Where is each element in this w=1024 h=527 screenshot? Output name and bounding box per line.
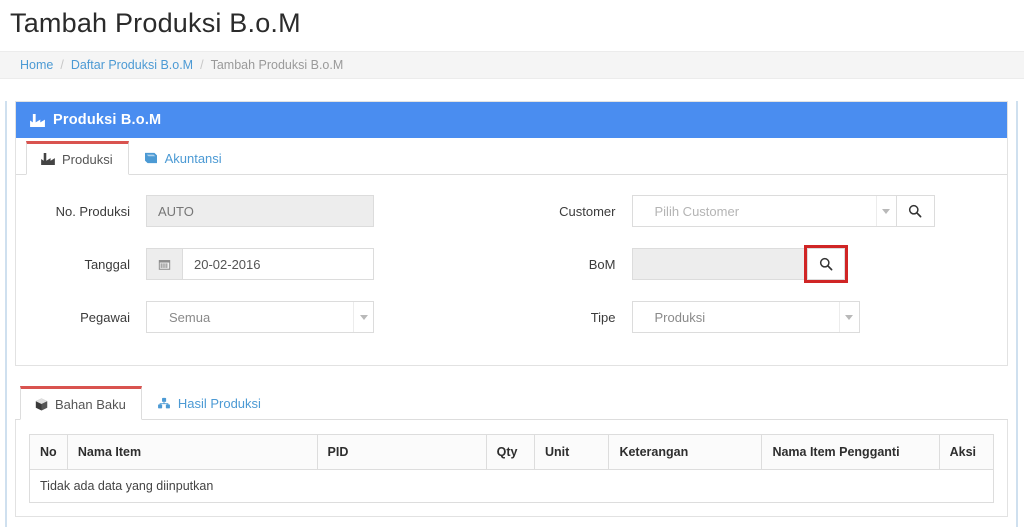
tab-produksi[interactable]: Produksi (26, 141, 129, 175)
bom-search-button[interactable] (806, 248, 845, 280)
bom-control (631, 245, 848, 283)
factory-icon (30, 113, 45, 127)
factory-icon (41, 153, 55, 165)
pegawai-control: Semua (146, 301, 374, 333)
tipe-control: Produksi (631, 301, 860, 333)
tanggal-input[interactable]: 20-02-2016 (182, 248, 374, 280)
table-body: Tidak ada data yang diinputkan (29, 469, 994, 503)
search-icon (819, 257, 833, 271)
no-produksi-control: AUTO (146, 195, 374, 227)
tab-hasil-produksi[interactable]: Hasil Produksi (142, 386, 277, 420)
column-header-aksi: Aksi (938, 434, 995, 470)
table-header: No Nama Item PID Qty Unit Keterangan Nam… (29, 434, 995, 470)
column-header-qty: Qty (485, 434, 535, 470)
bahan-baku-table: No Nama Item PID Qty Unit Keterangan Nam… (29, 434, 995, 503)
customer-select-value: Pilih Customer (654, 203, 740, 219)
tanggal-label: Tanggal (84, 256, 130, 272)
bahan-baku-panel: No Nama Item PID Qty Unit Keterangan Nam… (15, 420, 1008, 517)
form-row-3: Pegawai Semua Tipe Produksi (26, 301, 997, 333)
page-container: Produksi B.o.M Produksi Akuntansi No. Pr… (5, 101, 1018, 527)
column-header-pid: PID (316, 434, 487, 470)
tipe-label: Tipe (590, 309, 616, 325)
column-header-nama-item: Nama Item (66, 434, 318, 470)
book-icon (144, 152, 158, 164)
no-produksi-label: No. Produksi (55, 203, 130, 219)
column-header-keterangan: Keterangan (608, 434, 763, 470)
breadcrumb: Home / Daftar Produksi B.o.M / Tambah Pr… (0, 51, 1024, 79)
produksi-panel: Produksi B.o.M Produksi Akuntansi No. Pr… (15, 101, 1008, 366)
top-tab-strip: Produksi Akuntansi (16, 138, 1007, 175)
chevron-down-icon (875, 196, 896, 226)
tab-bahan-baku-label: Bahan Baku (55, 396, 126, 412)
cube-icon (35, 397, 48, 411)
field-no-produksi: No. Produksi AUTO (26, 195, 512, 227)
tab-hasil-produksi-label: Hasil Produksi (177, 395, 261, 411)
pegawai-label: Pegawai (80, 309, 130, 325)
search-icon (908, 204, 922, 218)
breadcrumb-separator: / (200, 58, 204, 72)
table-header-row: No Nama Item PID Qty Unit Keterangan Nam… (29, 434, 995, 470)
breadcrumb-item-daftar-produksi[interactable]: Daftar Produksi B.o.M (71, 58, 193, 72)
tipe-select-value: Produksi (654, 309, 706, 325)
column-header-no: No (29, 434, 68, 470)
column-header-unit: Unit (533, 434, 610, 470)
produksi-form: No. Produksi AUTO Customer Pilih Custome… (16, 175, 1007, 365)
chevron-down-icon (353, 302, 373, 332)
field-pegawai: Pegawai Semua (26, 301, 512, 333)
tab-produksi-label: Produksi (62, 151, 113, 167)
pegawai-select-value: Semua (169, 309, 211, 325)
panel-header-title: Produksi B.o.M (53, 112, 162, 128)
field-tanggal: Tanggal 20-02-2016 (26, 248, 512, 280)
field-bom: BoM (512, 245, 998, 283)
field-customer: Customer Pilih Customer (512, 195, 998, 227)
bom-search-highlight (803, 245, 848, 283)
chevron-down-icon (838, 302, 859, 332)
page-title: Tambah Produksi B.o.M (10, 8, 301, 38)
breadcrumb-separator: / (60, 58, 64, 72)
bottom-tab-strip: Bahan Baku Hasil Produksi (15, 383, 1008, 420)
breadcrumb-item-home[interactable]: Home (20, 58, 53, 72)
breadcrumb-item-current: Tambah Produksi B.o.M (210, 58, 344, 72)
no-produksi-input: AUTO (146, 195, 374, 227)
detail-section: Bahan Baku Hasil Produksi No Nama Item P… (15, 383, 1008, 517)
tab-akuntansi[interactable]: Akuntansi (129, 141, 238, 175)
field-tipe: Tipe Produksi (512, 301, 998, 333)
bom-input (631, 248, 804, 280)
customer-control: Pilih Customer (631, 195, 935, 227)
form-row-1: No. Produksi AUTO Customer Pilih Custome… (26, 195, 997, 227)
customer-label: Customer (559, 203, 616, 219)
form-row-2: Tanggal 20-02-2016 BoM (26, 245, 997, 283)
tanggal-control: 20-02-2016 (146, 248, 374, 280)
bom-label: BoM (588, 256, 616, 272)
column-header-nama-item-pengganti: Nama Item Pengganti (761, 434, 940, 470)
pegawai-select[interactable]: Semua (146, 301, 374, 333)
table-empty-row: Tidak ada data yang diinputkan (29, 469, 994, 503)
tipe-select[interactable]: Produksi (631, 301, 860, 333)
tab-akuntansi-label: Akuntansi (164, 150, 222, 166)
panel-header: Produksi B.o.M (16, 102, 1007, 138)
customer-search-button[interactable] (896, 195, 935, 227)
calendar-icon[interactable] (146, 248, 182, 280)
customer-select[interactable]: Pilih Customer (631, 195, 897, 227)
tab-bahan-baku[interactable]: Bahan Baku (20, 386, 142, 420)
cubes-icon (157, 397, 171, 410)
table-empty-message: Tidak ada data yang diinputkan (29, 469, 994, 503)
